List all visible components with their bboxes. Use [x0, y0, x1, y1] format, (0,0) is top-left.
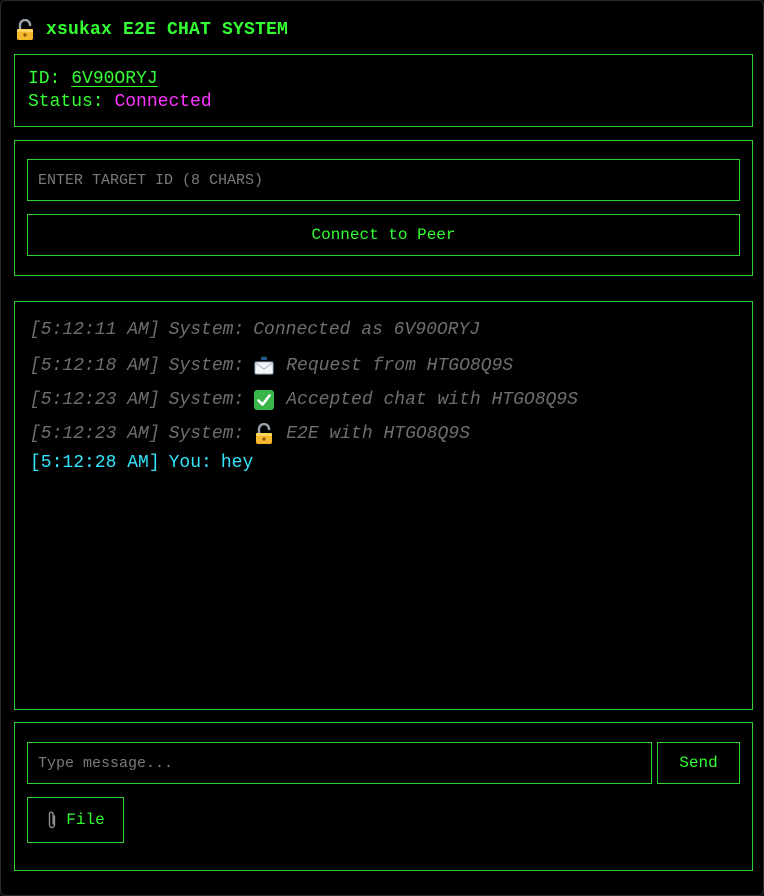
envelope-icon [253, 355, 275, 377]
status-value: Connected [114, 92, 212, 112]
message-sender: You: [168, 453, 212, 473]
identity-panel: ID: 6V90ORYJ Status: Connected [14, 54, 753, 127]
message-sender: System: [168, 356, 245, 376]
file-attach-button[interactable]: File [27, 797, 124, 843]
lock-icon [253, 422, 275, 445]
status-row: Status: Connected [28, 92, 212, 112]
lock-icon [14, 18, 36, 41]
system-message: [5:12:23 AM] System: Accepted chat with HT… [30, 389, 578, 411]
message-timestamp: [5:12:23 AM] [30, 390, 160, 410]
message-timestamp: [5:12:11 AM] [30, 320, 160, 340]
file-button-label: File [66, 811, 105, 829]
app-header: xsukax E2E CHAT SYSTEM [14, 17, 288, 43]
id-row: ID: 6V90ORYJ [28, 69, 158, 89]
system-message: [5:12:11 AM] System: Connected as 6V90ORYJ [30, 320, 480, 340]
message-text: hey [220, 453, 254, 473]
send-button[interactable]: Send [657, 742, 740, 784]
connect-panel: Connect to Peer [14, 140, 753, 276]
message-text: Connected as 6V90ORYJ [253, 320, 481, 340]
message-timestamp: [5:12:28 AM] [30, 453, 160, 473]
message-timestamp: [5:12:18 AM] [30, 356, 160, 376]
message-sender: System: [168, 390, 245, 410]
message-log[interactable]: [5:12:11 AM] System: Connected as 6V90ORYJ… [14, 301, 753, 710]
chat-app-window: xsukax E2E CHAT SYSTEM ID: 6V90ORYJ Stat… [0, 0, 764, 896]
message-timestamp: [5:12:23 AM] [30, 424, 160, 444]
own-message: [5:12:28 AM] You: hey [30, 453, 253, 473]
id-label: ID: [28, 69, 61, 89]
id-value[interactable]: 6V90ORYJ [71, 69, 157, 89]
message-text: Request from HTGO8Q9S [286, 356, 514, 376]
message-sender: System: [168, 424, 245, 444]
paperclip-icon [46, 810, 58, 830]
check-icon [253, 389, 275, 411]
message-text: E2E with HTGO8Q9S [286, 424, 470, 444]
system-message: [5:12:18 AM] System: Request from HTGO8Q9S [30, 355, 513, 377]
message-text: Accepted chat with HTGO8Q9S [286, 390, 578, 410]
target-id-input[interactable] [27, 159, 740, 201]
status-label: Status: [28, 92, 104, 112]
message-sender: System: [168, 320, 245, 340]
message-input[interactable] [27, 742, 652, 784]
system-message: [5:12:23 AM] System: E2E with HTGO8Q9S [30, 422, 470, 445]
app-title: xsukax E2E CHAT SYSTEM [46, 20, 289, 40]
connect-to-peer-button[interactable]: Connect to Peer [27, 214, 740, 256]
compose-panel: Send File [14, 722, 753, 871]
